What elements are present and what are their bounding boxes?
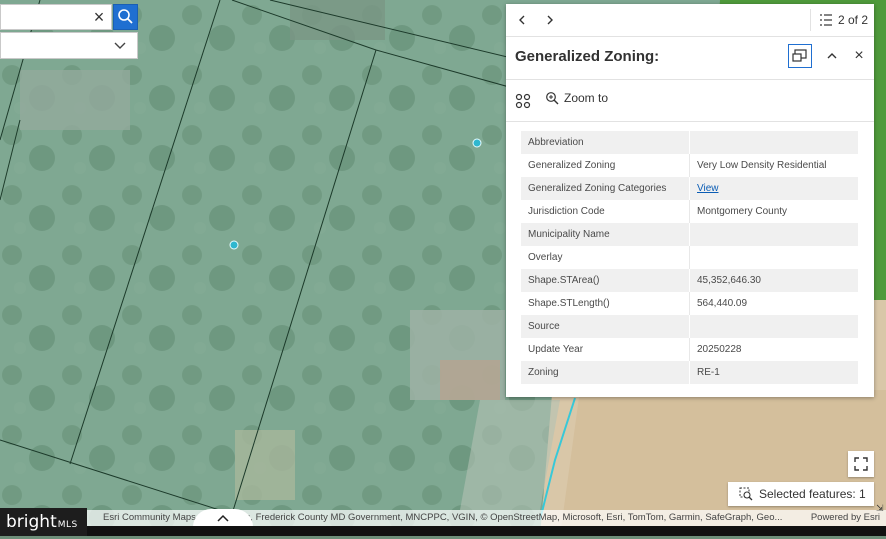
fullscreen-button[interactable] bbox=[848, 451, 874, 477]
attribute-value: RE-1 bbox=[689, 361, 859, 384]
table-row: Shape.STArea() 45,352,646.30 bbox=[521, 269, 859, 292]
search-button[interactable] bbox=[113, 4, 138, 30]
attribute-key: Municipality Name bbox=[521, 223, 690, 246]
next-feature-button[interactable] bbox=[540, 10, 560, 30]
table-row: Overlay bbox=[521, 246, 859, 269]
table-row: Source bbox=[521, 315, 859, 338]
attribute-value bbox=[689, 315, 859, 338]
attribute-value: 564,440.09 bbox=[689, 292, 859, 315]
attribute-value: Montgomery County bbox=[689, 200, 859, 223]
attribute-value: 20250228 bbox=[689, 338, 859, 361]
zoom-in-icon bbox=[546, 92, 559, 105]
attribute-value bbox=[689, 246, 859, 269]
table-row: Generalized Zoning Very Low Density Resid… bbox=[521, 154, 859, 177]
popup-actions: Zoom to bbox=[506, 80, 874, 122]
chevron-left-icon bbox=[519, 15, 525, 25]
chevron-right-icon bbox=[547, 15, 553, 25]
popup-title: Generalized Zoning: bbox=[515, 48, 660, 65]
more-options-icon[interactable] bbox=[515, 93, 531, 109]
brand-suffix: MLS bbox=[57, 520, 78, 530]
powered-by-esri: Powered by Esri bbox=[810, 512, 880, 523]
view-categories-link[interactable]: View bbox=[697, 183, 719, 194]
previous-feature-button[interactable] bbox=[512, 10, 532, 30]
attributes-table: Abbreviation Generalized Zoning Very Low … bbox=[521, 131, 859, 384]
attribute-key: Shape.STLength() bbox=[521, 292, 690, 315]
layer-select[interactable] bbox=[0, 32, 138, 59]
attribute-value bbox=[689, 223, 859, 246]
feature-pager-text: 2 of 2 bbox=[837, 13, 868, 27]
attribute-value: View bbox=[689, 177, 859, 200]
table-row: Generalized Zoning Categories View bbox=[521, 177, 859, 200]
feature-popup: 2 of 2 Generalized Zoning: × Zoom to Abb… bbox=[506, 4, 874, 397]
table-row: Municipality Name bbox=[521, 223, 859, 246]
attribute-key: Zoning bbox=[521, 361, 690, 384]
table-row: Update Year 20250228 bbox=[521, 338, 859, 361]
brand-name: bright bbox=[6, 512, 57, 532]
attribute-key: Generalized Zoning Categories bbox=[521, 177, 690, 200]
table-row: Shape.STLength() 564,440.09 bbox=[521, 292, 859, 315]
zoom-to-label: Zoom to bbox=[564, 91, 609, 105]
select-features-icon bbox=[739, 487, 753, 501]
attribute-key: Update Year bbox=[521, 338, 690, 361]
bottom-bar bbox=[0, 526, 886, 536]
attribute-key: Overlay bbox=[521, 246, 690, 269]
attribute-key: Shape.STArea() bbox=[521, 269, 690, 292]
feature-pager-button[interactable]: 2 of 2 bbox=[809, 9, 868, 31]
expand-panel-button[interactable] bbox=[193, 509, 253, 527]
selected-features-button[interactable]: Selected features: 1 bbox=[728, 482, 874, 506]
list-icon bbox=[819, 14, 832, 26]
attribute-key: Generalized Zoning bbox=[521, 154, 690, 177]
dock-icon bbox=[792, 49, 807, 62]
attribute-value: Very Low Density Residential bbox=[689, 154, 859, 177]
brand-logo: brightMLS bbox=[0, 508, 87, 536]
selected-features-label: Selected features: 1 bbox=[759, 487, 866, 501]
table-row: Zoning RE-1 bbox=[521, 361, 859, 384]
attribute-value bbox=[689, 131, 859, 154]
close-icon: × bbox=[854, 47, 864, 64]
popup-nav: 2 of 2 bbox=[506, 4, 874, 37]
popup-header: Generalized Zoning: × bbox=[506, 37, 874, 80]
attribute-key: Source bbox=[521, 315, 690, 338]
table-row: Abbreviation bbox=[521, 131, 859, 154]
chevron-down-icon bbox=[114, 42, 126, 49]
chevron-up-icon bbox=[827, 53, 837, 59]
attribute-key: Jurisdiction Code bbox=[521, 200, 690, 223]
dock-button[interactable] bbox=[788, 44, 812, 68]
table-row: Jurisdiction Code Montgomery County bbox=[521, 200, 859, 223]
chevron-up-icon bbox=[217, 514, 229, 522]
close-button[interactable]: × bbox=[849, 46, 869, 66]
search-input[interactable]: × bbox=[0, 4, 112, 30]
attribute-value: 45,352,646.30 bbox=[689, 269, 859, 292]
close-icon[interactable]: × bbox=[89, 7, 109, 27]
zoom-to-button[interactable]: Zoom to bbox=[545, 91, 608, 105]
search-icon bbox=[118, 9, 133, 24]
resize-icon[interactable]: ⇲ bbox=[876, 503, 884, 514]
collapse-button[interactable] bbox=[822, 46, 842, 66]
fullscreen-icon bbox=[854, 457, 868, 471]
attribute-key: Abbreviation bbox=[521, 131, 690, 154]
